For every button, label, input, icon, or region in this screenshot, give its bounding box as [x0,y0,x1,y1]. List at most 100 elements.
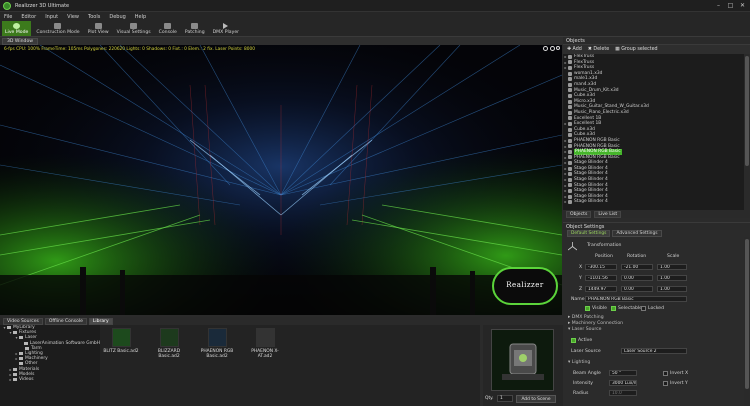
rotation-z-field[interactable]: 0.00 [621,286,653,292]
menu-file[interactable]: File [4,14,12,20]
object-type-icon [568,161,572,166]
rotation-y-field[interactable]: 0.00 [621,275,653,281]
fixture-thumbnail-icon [159,328,179,347]
objects-list[interactable]: ▸ FlexTruss ▸ FlexTruss ▸ FlexTruss woman1.x3d… [563,54,744,210]
dmx-player-button[interactable]: DMX Player [210,21,242,36]
folder-icon [19,336,23,340]
invert-y-checkbox[interactable] [663,381,668,386]
menu-debug[interactable]: Debug [109,14,125,20]
scale-y-field[interactable]: 1.00 [657,275,687,281]
intensity-field[interactable]: 3000 Lux/m [609,380,637,386]
radius-field[interactable]: 10.0 [609,390,637,396]
patch-icon [191,23,199,29]
live-mode-button[interactable]: Live Mode [2,21,32,36]
qty-label: Qty. [485,396,494,401]
tab-3d-window[interactable]: 3D Window [2,38,39,45]
tab-video-sources[interactable]: Video Sources [3,317,43,325]
laser-source-select[interactable]: Laser Source 2 [621,348,687,354]
folder-icon [19,352,23,356]
menu-help[interactable]: Help [135,14,146,20]
object-type-icon [568,54,572,59]
object-type-icon [568,194,572,199]
fixture-thumbnail-icon [207,328,227,347]
rotation-header: Rotation [627,254,647,259]
section-laser-source[interactable]: ▾ Laser Source [568,327,602,333]
help-icon[interactable] [543,46,548,51]
object-type-icon [568,144,572,149]
locked-checkbox[interactable] [641,306,646,311]
tab-advanced-settings[interactable]: Advanced Settings [612,230,662,237]
group-selected-button[interactable]: ▦ Group selected [615,47,657,52]
qty-field[interactable]: 1 [497,395,513,402]
scale-x-field[interactable]: 1.00 [657,264,687,270]
tab-library[interactable]: Library [88,317,113,325]
menu-input[interactable]: Input [45,14,58,20]
tab-live-list[interactable]: Live List [594,210,622,218]
beam-angle-label: Beam Angle [573,371,601,376]
object-type-icon [568,65,572,70]
library-thumb[interactable]: PHAENON RGB Basic.ad2 [198,328,236,359]
object-type-icon [568,99,572,104]
name-field[interactable]: PHAENON RGB Basic [585,296,687,302]
object-type-icon [568,71,572,76]
visual-settings-button[interactable]: Visual Settings [114,21,154,36]
window-title: Realizzer 3D Ultimate [15,3,70,9]
object-list-item[interactable]: ▸ Stage Blinder 4 [563,199,744,205]
scale-z-field[interactable]: 1.00 [657,286,687,292]
menu-view[interactable]: View [67,14,79,20]
objects-scrollbar[interactable] [744,54,750,210]
section-lighting[interactable]: ▾ Lighting [568,360,590,366]
settings-icon[interactable] [556,46,560,50]
add-to-scene-button[interactable]: Add to Scene [516,395,556,403]
library-thumb[interactable]: BLIZZARD Basic.ad2 [150,328,188,359]
patching-button[interactable]: Patching [182,21,208,36]
active-label: Active [578,338,593,343]
rotation-x-field[interactable]: -21.00 [621,264,653,270]
position-z-field[interactable]: 1449.97 [585,286,617,292]
bottom-tabs: Video Sources Offline Console Library [0,317,480,325]
thumb-caption: PHAENON X-AT.ad2 [251,349,279,359]
laser-source-label: Laser Source [571,349,601,354]
beam-angle-field[interactable]: 50 ° [609,370,637,376]
library-thumb[interactable]: PHAENON X-AT.ad2 [246,328,284,359]
invert-x-checkbox[interactable] [663,371,668,376]
objects-tabs: Objects Live List [563,210,750,218]
library-thumb[interactable]: BLITZ Basic.ad2 [102,328,140,354]
visible-label: Visible [592,306,608,311]
delete-object-button[interactable]: ✖ Delete [588,47,609,52]
tab-objects[interactable]: Objects [566,210,592,218]
name-label: Name [571,297,585,302]
object-type-icon [568,127,572,132]
console-button[interactable]: Console [156,21,180,36]
3d-viewport[interactable]: 6-fps CPU: 100% FrameTime: 105ms Polygon… [0,45,562,315]
object-type-icon [568,172,572,177]
plot-view-button[interactable]: Plot View [85,21,112,36]
menu-editor[interactable]: Editor [21,14,36,20]
selectable-checkbox[interactable] [611,306,616,311]
realizzer-logo-text: Realizzer [506,281,544,289]
viewport-tabbar: 3D Window [0,37,563,45]
active-checkbox[interactable] [571,338,576,343]
position-x-field[interactable]: -300.15 [585,264,617,270]
object-type-icon [568,183,572,188]
construction-mode-button[interactable]: Construction Mode [33,21,82,36]
tab-offline-console[interactable]: Offline Console [44,317,87,325]
tab-default-settings[interactable]: Default Settings [567,230,611,237]
add-object-button[interactable]: ✚ Add [567,47,582,52]
library-tree-item[interactable]: ▸ Videos [0,377,100,382]
position-y-field[interactable]: -1101.56 [585,275,617,281]
close-icon[interactable]: ✕ [738,2,747,10]
menu-tools[interactable]: Tools [88,14,100,20]
intensity-label: Intensity [573,381,593,386]
object-settings-scrollbar[interactable] [744,237,750,406]
visible-checkbox[interactable] [585,306,590,311]
play-icon [223,23,229,29]
invert-y-label: Invert Y [670,381,688,386]
object-label: Stage Blinder 4 [574,199,608,205]
eye-icon [13,23,21,29]
library-tree[interactable]: ▾ MyLibrary ▾ Fixtures ▾ Laser LaserAnimation … [0,325,100,406]
object-type-icon [568,93,572,98]
camera-icon[interactable] [550,46,555,51]
minimize-icon[interactable]: – [714,2,723,10]
maximize-icon[interactable]: □ [726,2,735,10]
